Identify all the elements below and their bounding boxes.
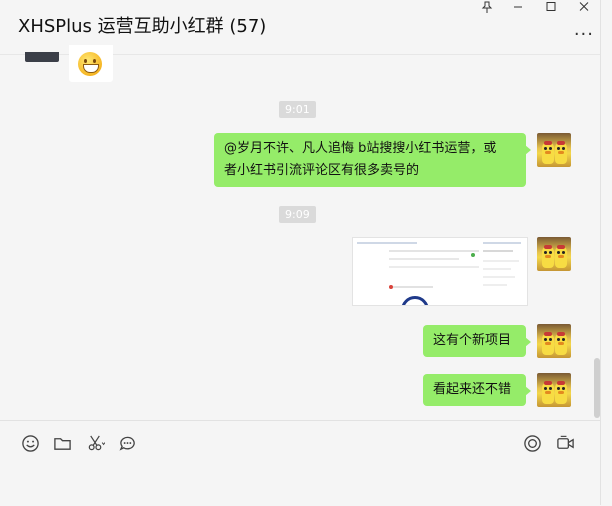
video-call-icon[interactable] <box>554 432 576 454</box>
message-bubble[interactable]: 这有个新项目 <box>423 325 531 357</box>
message-text-line: 者小红书引流评论区有很多卖号的 <box>224 163 420 178</box>
minimize-icon[interactable] <box>505 0 531 14</box>
close-icon[interactable] <box>571 0 597 14</box>
emoji-icon[interactable] <box>19 432 41 454</box>
live-icon[interactable] <box>521 432 543 454</box>
message-text: 看起来还不错 <box>433 382 512 397</box>
chat-title: XHSPlus 运营互助小红群 (57) <box>18 16 267 37</box>
avatar[interactable] <box>25 52 59 62</box>
grinning-emoji-icon <box>78 52 102 76</box>
pin-icon[interactable] <box>474 0 500 14</box>
message-bubble[interactable]: @岁月不许、凡人追悔 b站搜搜小红书运营，或 者小红书引流评论区有很多卖号的 <box>214 133 531 187</box>
timestamp: 9:01 <box>279 101 316 118</box>
message-bubble[interactable]: 看起来还不错 <box>423 374 531 406</box>
avatar[interactable] <box>537 373 571 407</box>
maximize-icon[interactable] <box>538 0 564 14</box>
chat-scrollbar[interactable] <box>594 358 600 418</box>
more-options-icon[interactable]: ··· <box>574 24 594 45</box>
timestamp: 9:09 <box>279 206 316 223</box>
avatar[interactable] <box>537 324 571 358</box>
folder-icon[interactable] <box>51 432 73 454</box>
chat-history-icon[interactable] <box>116 432 138 454</box>
avatar[interactable] <box>537 133 571 167</box>
image-message[interactable] <box>352 237 528 306</box>
window-right-edge <box>600 0 612 505</box>
message-text-line: @岁月不许、凡人追悔 b站搜搜小红书运营，或 <box>224 141 497 156</box>
scissors-icon[interactable] <box>84 432 106 454</box>
message-text: 这有个新项目 <box>433 333 512 348</box>
avatar[interactable] <box>537 237 571 271</box>
